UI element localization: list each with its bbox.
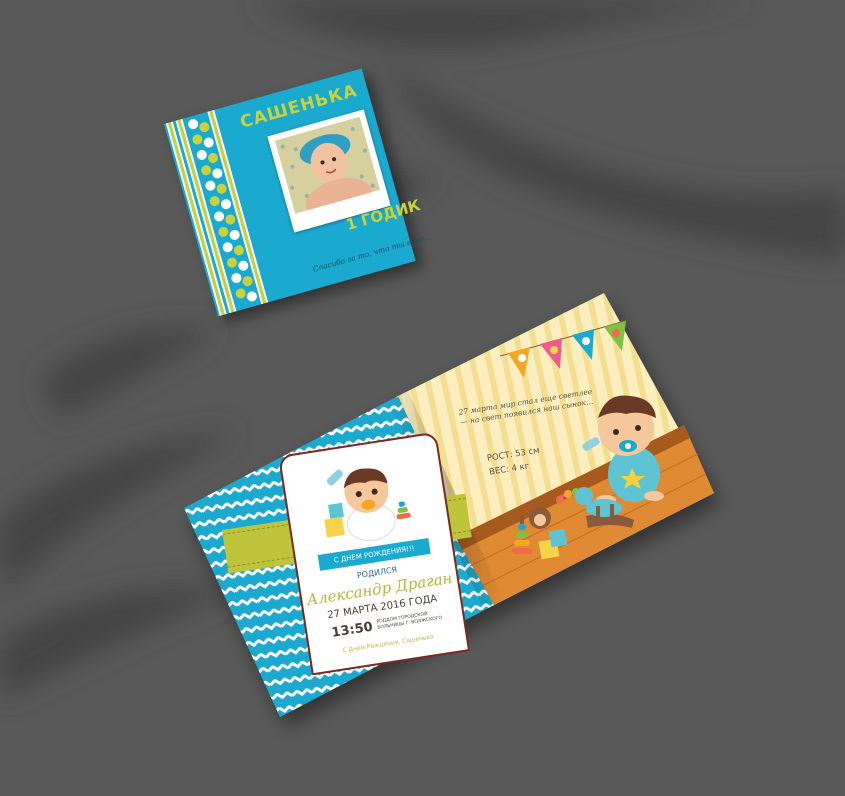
- baby-with-toys-illustration: [324, 468, 411, 542]
- open-album: С ДНЕМ РОЖДЕНИЯ!!! РОДИЛСЯ Александр Дра…: [0, 0, 845, 796]
- birth-card: С ДНЕМ РОЖДЕНИЯ!!! РОДИЛСЯ Александр Дра…: [278, 431, 471, 676]
- album-spread: [184, 293, 714, 717]
- mockup-scene: САШЕНЬКА 1 ГОДИК Спасибо за то, что ты е…: [0, 0, 845, 796]
